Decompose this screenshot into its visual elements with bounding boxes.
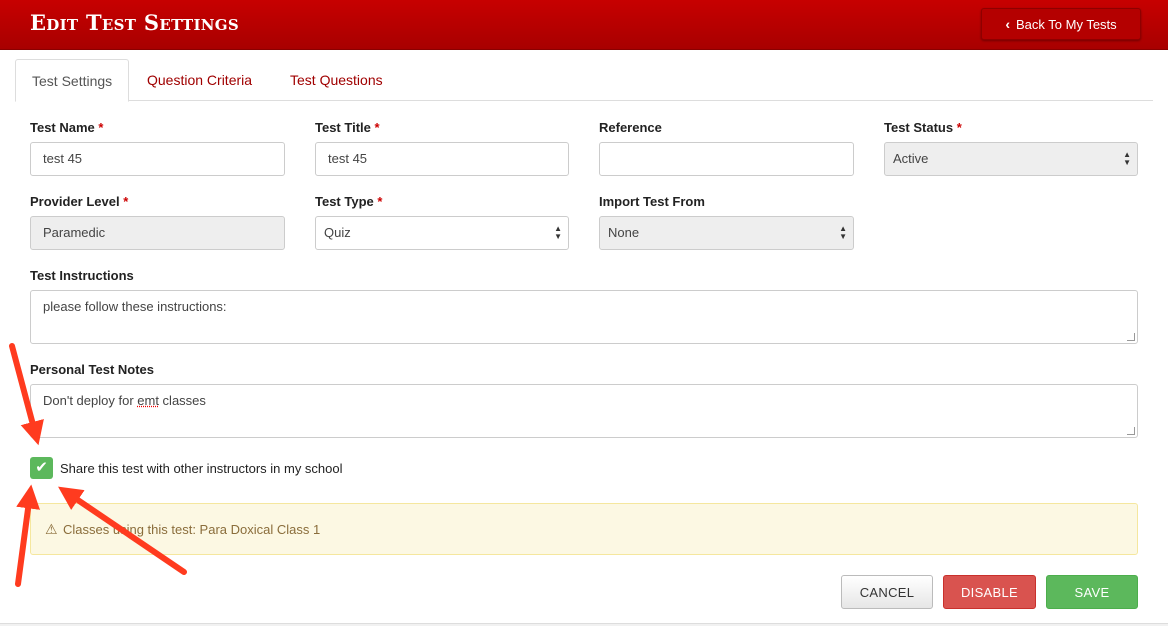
reference-label: Reference — [599, 120, 662, 135]
test-status-label: Test Status * — [884, 120, 962, 135]
page-title: Edit Test Settings — [30, 10, 240, 35]
tab-test-settings[interactable]: Test Settings — [15, 59, 130, 102]
tab-test-questions[interactable]: Test Questions — [274, 59, 399, 101]
test-instructions-textarea[interactable]: please follow these instructions: — [30, 290, 1138, 344]
tab-question-criteria[interactable]: Question Criteria — [131, 59, 268, 101]
import-test-from-select[interactable]: None ▲ ▼ — [599, 216, 854, 250]
provider-level-input: Paramedic — [30, 216, 285, 250]
back-button-label: Back To My Tests — [1016, 16, 1117, 32]
checkmark-icon: ✔ — [35, 459, 48, 476]
select-arrows-icon: ▲ ▼ — [554, 224, 562, 241]
import-test-from-value: None — [608, 225, 640, 240]
notes-text-before: Don't deploy for — [43, 393, 138, 408]
personal-test-notes-textarea[interactable]: Don't deploy for emt classes — [30, 384, 1138, 438]
disable-button[interactable]: DISABLE — [943, 575, 1036, 609]
chevron-left-icon: ‹ — [1005, 16, 1010, 32]
test-type-select[interactable]: Quiz ▲ ▼ — [315, 216, 569, 250]
header-bar: Edit Test Settings ‹ Back To My Tests — [0, 0, 1168, 50]
test-type-value: Quiz — [324, 225, 351, 240]
share-checkbox-label[interactable]: Share this test with other instructors i… — [60, 461, 343, 476]
test-status-value: Active — [893, 151, 929, 166]
test-name-input[interactable]: test 45 — [30, 142, 285, 176]
notes-text-after: classes — [158, 393, 206, 408]
reference-input[interactable] — [599, 142, 854, 176]
personal-test-notes-label: Personal Test Notes — [30, 362, 155, 377]
warning-triangle-icon: ⚠ — [45, 521, 58, 537]
back-to-my-tests-button[interactable]: ‹ Back To My Tests — [981, 8, 1141, 40]
test-instructions-label: Test Instructions — [30, 268, 134, 283]
select-arrows-icon: ▲ ▼ — [839, 224, 847, 241]
provider-level-label: Provider Level * — [30, 194, 129, 209]
notes-misspelled-word: emt — [137, 393, 159, 408]
test-title-input[interactable]: test 45 — [315, 142, 569, 176]
test-status-select[interactable]: Active ▲ ▼ — [884, 142, 1138, 176]
test-name-label: Test Name * — [30, 120, 104, 135]
classes-warning-text: Classes using this test: Para Doxical Cl… — [63, 522, 321, 537]
cancel-button[interactable]: CANCEL — [841, 575, 933, 609]
save-button[interactable]: SAVE — [1046, 575, 1138, 609]
test-instructions-text: please follow these instructions: — [43, 299, 227, 314]
classes-warning-alert: ⚠ Classes using this test: Para Doxical … — [30, 503, 1138, 555]
resize-handle-icon[interactable] — [1127, 333, 1135, 341]
tab-bar: Test Settings Question Criteria Test Que… — [15, 59, 1153, 102]
resize-handle-icon[interactable] — [1127, 427, 1135, 435]
select-arrows-icon: ▲ ▼ — [1123, 150, 1131, 167]
test-type-label: Test Type * — [315, 194, 383, 209]
share-checkbox[interactable]: ✔ — [30, 457, 53, 479]
test-title-label: Test Title * — [315, 120, 380, 135]
import-test-from-label: Import Test From — [599, 194, 705, 209]
